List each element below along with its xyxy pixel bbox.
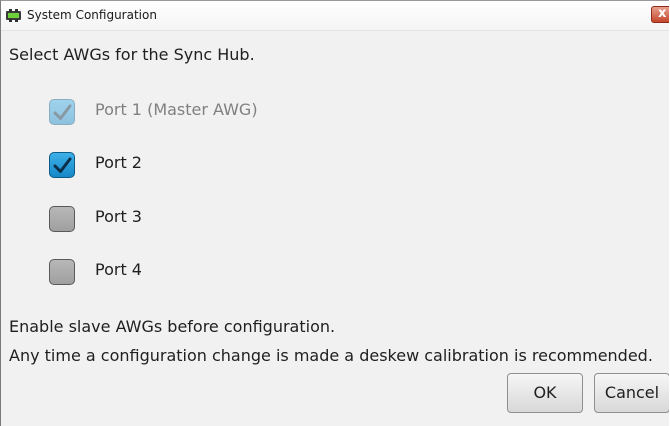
- port-3-checkbox[interactable]: [49, 206, 75, 232]
- cancel-button[interactable]: Cancel: [594, 373, 669, 413]
- port-4-checkbox-row[interactable]: Port 4: [49, 257, 289, 285]
- enable-slave-note: Enable slave AWGs before configuration.: [9, 317, 336, 336]
- port-2-label: Port 2: [95, 153, 142, 172]
- port-1-checkbox: [49, 99, 75, 125]
- close-button[interactable]: x: [651, 6, 669, 23]
- port-1-checkbox-row: Port 1 (Master AWG): [49, 97, 289, 125]
- port-3-label: Port 3: [95, 207, 142, 226]
- port-2-checkbox[interactable]: [49, 152, 75, 178]
- port-4-checkbox[interactable]: [49, 259, 75, 285]
- checkmark-icon: [53, 104, 72, 120]
- instruction-text: Select AWGs for the Sync Hub.: [9, 45, 255, 64]
- port-3-checkbox-row[interactable]: Port 3: [49, 204, 289, 232]
- title-bar[interactable]: System Configuration x: [1, 1, 669, 31]
- app-icon: [6, 9, 21, 22]
- system-configuration-dialog: System Configuration x Select AWGs for t…: [0, 0, 669, 426]
- port-1-label: Port 1 (Master AWG): [95, 100, 258, 119]
- window-title: System Configuration: [27, 8, 157, 22]
- ok-button[interactable]: OK: [507, 373, 583, 413]
- checkmark-icon: [53, 157, 72, 173]
- port-4-label: Port 4: [95, 260, 142, 279]
- close-icon: x: [658, 6, 667, 21]
- deskew-recommendation-note: Any time a configuration change is made …: [9, 346, 653, 365]
- port-2-checkbox-row[interactable]: Port 2: [49, 150, 289, 178]
